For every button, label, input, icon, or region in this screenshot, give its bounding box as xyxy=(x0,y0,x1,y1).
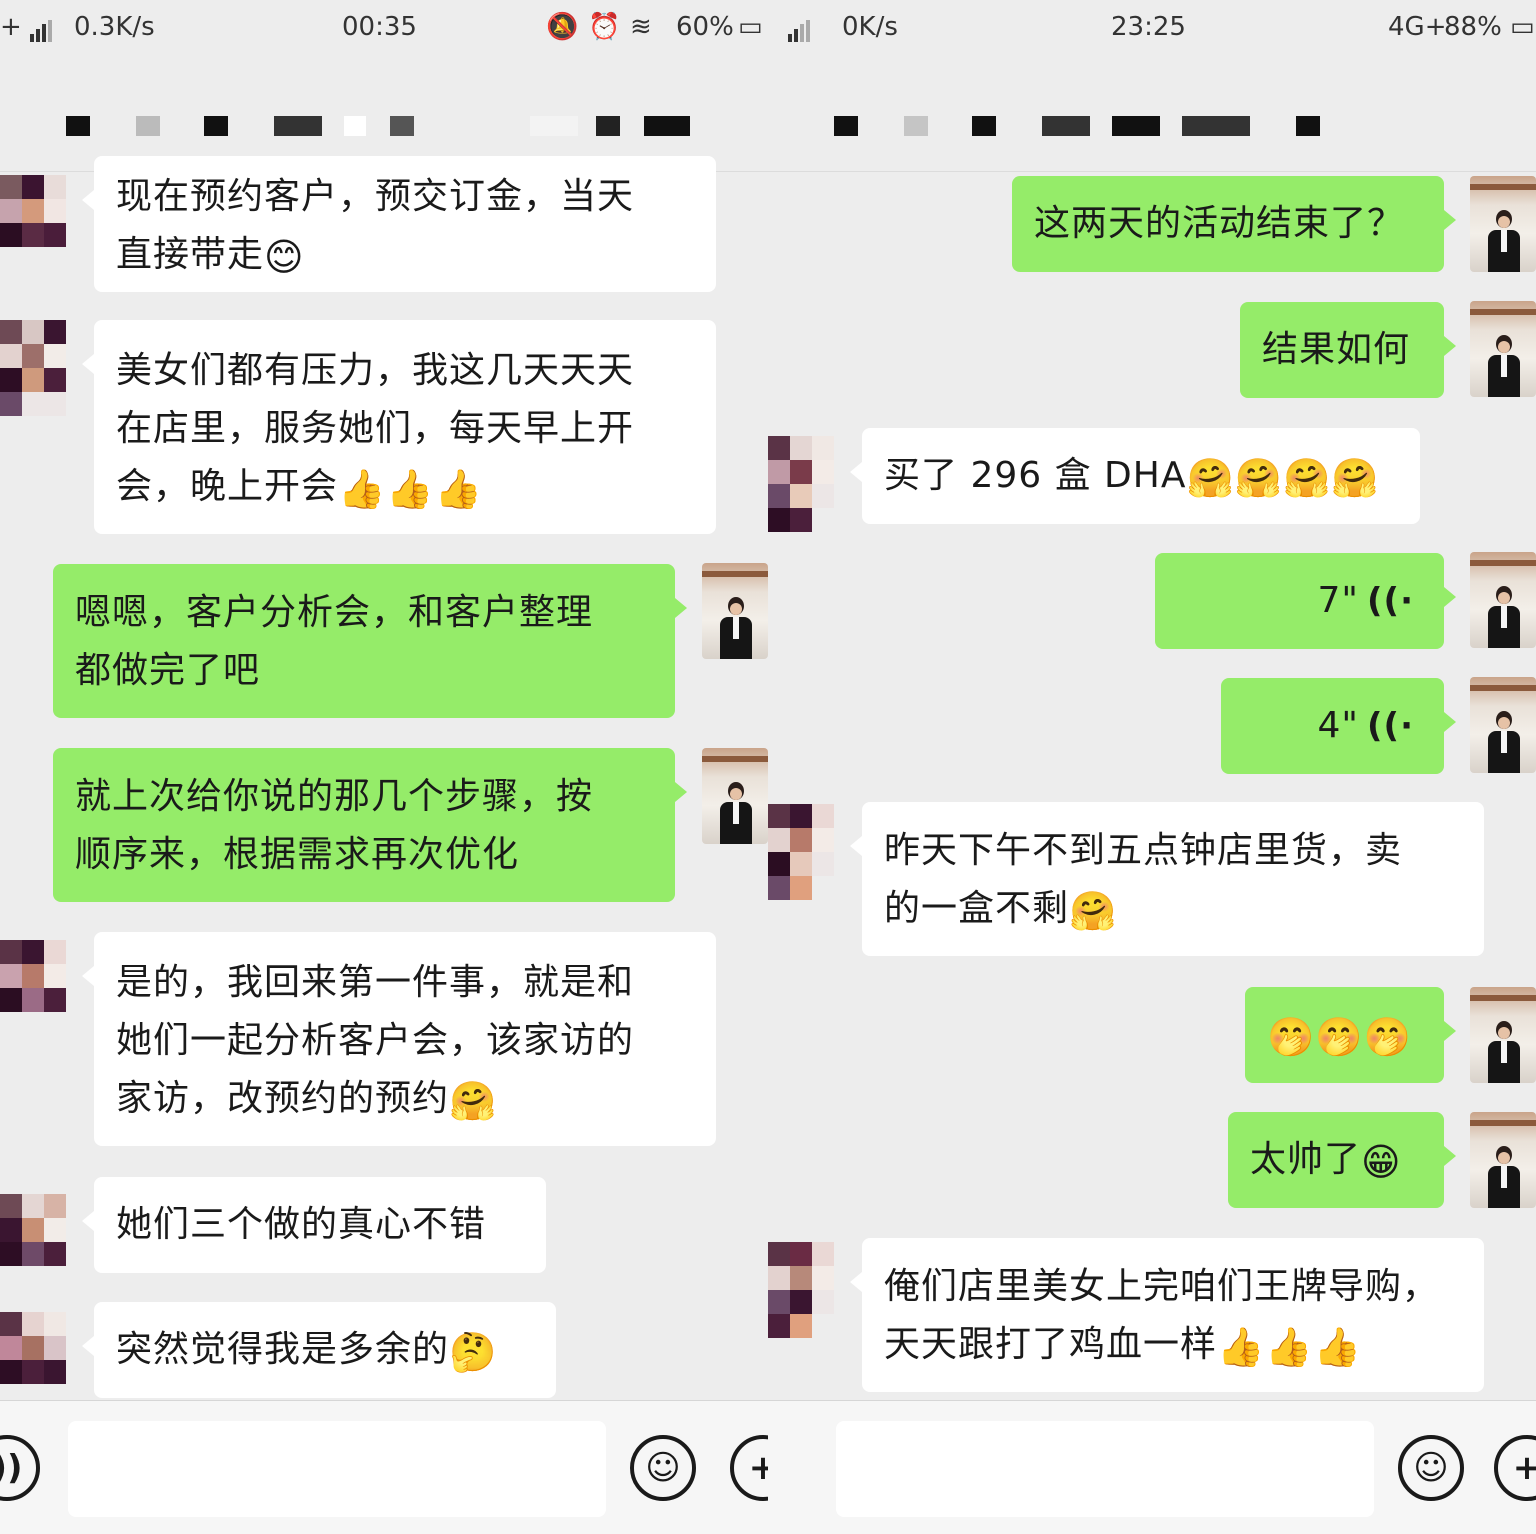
contact-avatar[interactable] xyxy=(0,1312,66,1408)
voice-wave-icon: ((· xyxy=(1367,706,1414,746)
contact-avatar[interactable] xyxy=(0,175,66,271)
message-text: 结果如何 xyxy=(1262,329,1411,370)
my-avatar[interactable] xyxy=(702,563,768,659)
contact-avatar[interactable] xyxy=(0,320,66,416)
my-avatar[interactable] xyxy=(1470,677,1536,773)
thinking-emoji-icon: 🤔 xyxy=(449,1330,498,1374)
status-bar: 0K/s 23:25 4G+ 88% ▭ xyxy=(768,0,1536,58)
message-bubble-sent[interactable]: 嗯嗯，客户分析会，和客户整理 都做完了吧 xyxy=(53,564,687,718)
plus-icon[interactable]: + xyxy=(1494,1435,1536,1501)
message-input[interactable] xyxy=(836,1421,1374,1517)
battery-level: 88% xyxy=(1444,12,1502,42)
chat-input-bar: ☺ + xyxy=(768,1400,1536,1534)
my-avatar[interactable] xyxy=(1470,301,1536,397)
status-bar: + 0.3K/s 00:35 🔕 ⏰ ≋ 60% ▭ xyxy=(0,0,768,58)
network-type: 4G+ xyxy=(1388,12,1447,42)
grin-emoji-icon: 😁 xyxy=(1361,1140,1402,1184)
hug-emoji-icon: 🤗 xyxy=(449,1079,498,1123)
voice-input-icon[interactable]: )) xyxy=(0,1435,40,1501)
message-bubble[interactable]: 突然觉得我是多余的🤔 xyxy=(82,1302,556,1398)
plus-icon[interactable]: + xyxy=(730,1435,768,1501)
message-bubble-sent[interactable]: 结果如何 xyxy=(1240,302,1456,398)
hug-emoji-icon: 🤗 xyxy=(1069,889,1118,933)
battery-level: 60% xyxy=(676,12,734,42)
smirk-emoji-icon: 🤭🤭🤭 xyxy=(1267,1015,1412,1059)
status-time: 23:25 xyxy=(1111,12,1186,42)
contact-avatar[interactable] xyxy=(768,1242,834,1338)
my-avatar[interactable] xyxy=(1470,552,1536,648)
message-bubble[interactable]: 昨天下午不到五点钟店里货，卖 的一盒不剩🤗 xyxy=(850,802,1484,956)
emoji-icon[interactable]: ☺ xyxy=(630,1435,696,1501)
voice-duration: 4" xyxy=(1317,705,1359,746)
thumbs-up-emoji-icon: 👍👍👍 xyxy=(338,467,483,511)
thumbs-up-emoji-icon: 👍👍👍 xyxy=(1217,1325,1362,1369)
my-avatar[interactable] xyxy=(702,748,768,844)
battery-icon: ▭ xyxy=(738,12,763,42)
right-chat-screen: 0K/s 23:25 4G+ 88% ▭ 这两天的活动结束了？ 结果如何 买了 … xyxy=(768,0,1536,1534)
message-bubble[interactable]: 美女们都有压力，我这几天天天 在店里，服务她们，每天早上开 会，晚上开会👍👍👍 xyxy=(82,320,716,534)
voice-message-bubble[interactable]: 7" ((· xyxy=(1155,553,1456,649)
message-bubble[interactable]: 现在预约客户，预交订金，当天 直接带走😊 xyxy=(82,156,716,292)
my-avatar[interactable] xyxy=(1470,987,1536,1083)
my-avatar[interactable] xyxy=(1470,176,1536,272)
status-time: 00:35 xyxy=(342,12,417,42)
network-speed: 0.3K/s xyxy=(74,12,155,42)
contact-avatar[interactable] xyxy=(768,436,834,532)
message-text: 太帅了 xyxy=(1250,1139,1362,1180)
message-bubble[interactable]: 是的，我回来第一件事，就是和 她们一起分析客户会，该家访的 家访，改预约的预约🤗 xyxy=(82,932,716,1146)
wifi-icon: ≋ xyxy=(630,12,652,42)
message-bubble[interactable]: 她们三个做的真心不错 xyxy=(82,1177,546,1273)
message-bubble[interactable]: 买了 296 盒 DHA🤗🤗🤗🤗 xyxy=(850,428,1420,524)
message-text: 现在预约客户，预交订金，当天 直接带走 xyxy=(116,176,635,275)
alarm-icon: ⏰ xyxy=(588,12,621,42)
contact-avatar[interactable] xyxy=(0,940,66,1036)
message-text: 嗯嗯，客户分析会，和客户整理 都做完了吧 xyxy=(75,592,594,691)
message-bubble-sent[interactable]: 就上次给你说的那几个步骤，按 顺序来，根据需求再次优化 xyxy=(53,748,687,902)
voice-wave-icon: ((· xyxy=(1367,581,1414,621)
message-bubble-sent[interactable]: 🤭🤭🤭 xyxy=(1245,987,1456,1083)
message-bubble-sent[interactable]: 太帅了😁 xyxy=(1228,1112,1456,1208)
message-text: 突然觉得我是多余的 xyxy=(116,1329,450,1370)
chat-input-bar: )) ☺ + xyxy=(0,1400,768,1534)
emoji-icon[interactable]: ☺ xyxy=(1398,1435,1464,1501)
chat-title-redacted xyxy=(768,58,1536,172)
contact-avatar[interactable] xyxy=(768,804,834,900)
mute-icon: 🔕 xyxy=(546,12,579,42)
signal-icon: + xyxy=(0,12,54,42)
message-text: 她们三个做的真心不错 xyxy=(116,1204,487,1245)
battery-icon: ▭ xyxy=(1510,12,1535,42)
hug-emoji-icon: 🤗🤗🤗🤗 xyxy=(1186,456,1380,500)
my-avatar[interactable] xyxy=(1470,1112,1536,1208)
message-input[interactable] xyxy=(68,1421,606,1517)
signal-icon xyxy=(788,12,812,42)
left-chat-screen: + 0.3K/s 00:35 🔕 ⏰ ≋ 60% ▭ 现在预约客户，预交订金，当… xyxy=(0,0,768,1534)
message-bubble[interactable]: 俺们店里美女上完咱们王牌导购， 天天跟打了鸡血一样👍👍👍 xyxy=(850,1238,1484,1392)
message-text: 是的，我回来第一件事，就是和 她们一起分析客户会，该家访的 家访，改预约的预约 xyxy=(116,962,635,1119)
message-text: 买了 296 盒 DHA xyxy=(884,455,1187,496)
message-text: 昨天下午不到五点钟店里货，卖 的一盒不剩 xyxy=(884,830,1403,929)
contact-avatar[interactable] xyxy=(0,1194,66,1290)
message-bubble-sent[interactable]: 这两天的活动结束了？ xyxy=(1012,176,1456,272)
message-text: 这两天的活动结束了？ xyxy=(1034,203,1405,244)
network-speed: 0K/s xyxy=(842,12,898,42)
chat-title-redacted xyxy=(0,58,768,172)
message-text: 就上次给你说的那几个步骤，按 顺序来，根据需求再次优化 xyxy=(75,776,594,875)
smile-emoji-icon: 😊 xyxy=(264,235,305,279)
voice-duration: 7" xyxy=(1317,580,1359,621)
voice-message-bubble[interactable]: 4" ((· xyxy=(1221,678,1456,774)
